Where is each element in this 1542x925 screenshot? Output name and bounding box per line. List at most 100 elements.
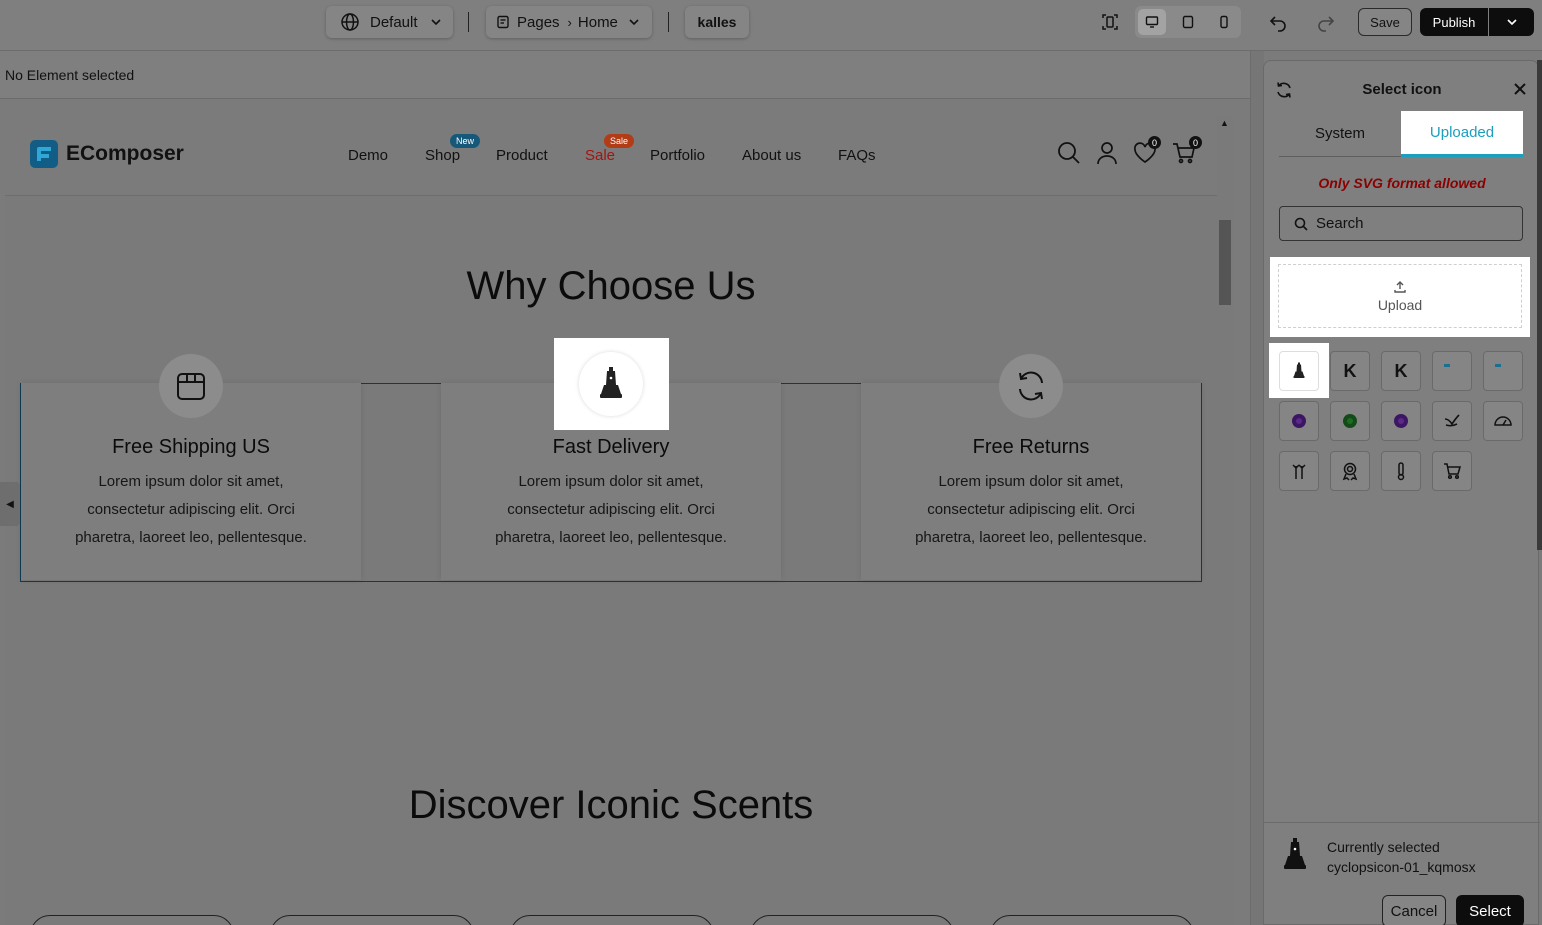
flag-mark-icon[interactable] (1432, 351, 1472, 391)
page-name: Home (577, 13, 618, 31)
tab-uploaded[interactable]: Uploaded (1401, 111, 1523, 157)
top-toolbar: Default Pages › Home kalles Save Publish (0, 0, 1542, 51)
package-icon[interactable] (159, 354, 223, 418)
ecomposer-logo-icon (30, 140, 58, 168)
scroll-up-arrow-icon[interactable]: ▲ (1220, 118, 1229, 128)
selection-label: No Element selected (5, 67, 135, 83)
cancel-button[interactable]: Cancel (1382, 895, 1446, 925)
current-icon-name: cyclopsicon-01_kqmosx (1327, 859, 1476, 875)
fullscreen-icon[interactable] (1096, 8, 1124, 36)
section-title-why-choose-us: Why Choose Us (466, 264, 756, 308)
nav-link-demo[interactable]: Demo (348, 147, 388, 164)
language-label: Default (370, 13, 418, 31)
upload-dropzone[interactable]: Upload (1270, 257, 1530, 337)
theme-name: kalles (697, 14, 737, 30)
canvas-scrollbar-thumb[interactable] (1219, 220, 1231, 305)
select-button[interactable]: Select (1456, 895, 1524, 925)
icon-search-input[interactable]: Search (1279, 206, 1523, 241)
toolbar-divider (668, 12, 669, 32)
selection-status: No Element selected (0, 51, 1250, 99)
pages-label: Pages (517, 13, 560, 31)
wishlist-count: 0 (1148, 136, 1161, 149)
plant-pot-icon[interactable] (1279, 451, 1319, 491)
nav-link-shop[interactable]: Shop (425, 147, 460, 164)
cyclops-pawn-icon (1283, 835, 1307, 880)
feature-title: Fast Delivery (552, 436, 670, 458)
publish-options-button[interactable] (1489, 8, 1534, 36)
new-badge: New (450, 134, 481, 148)
refresh-icon[interactable] (999, 354, 1063, 418)
feature-text: Lorem ipsum dolor sit amet, consectetur … (915, 473, 1147, 546)
ribbon-award-icon[interactable] (1330, 451, 1370, 491)
search-placeholder: Search (1316, 215, 1364, 232)
expand-left-panel-button[interactable]: ◀ (0, 482, 20, 526)
nav-link-sale[interactable]: Sale (585, 147, 615, 164)
device-switcher (1135, 6, 1241, 38)
shopping-cart-icon[interactable] (1432, 451, 1472, 491)
highlighted-icon-area (554, 338, 669, 430)
sale-badge: Sale (604, 134, 635, 148)
search-icon[interactable] (1056, 140, 1082, 166)
cyclops-pawn-icon[interactable] (1279, 351, 1319, 391)
category-pill[interactable] (990, 915, 1194, 925)
upload-icon (1393, 280, 1407, 294)
k-letter-icon[interactable]: K (1381, 351, 1421, 391)
panel-title: Select icon (1362, 81, 1442, 98)
section-title-iconic-scents: Discover Iconic Scents (408, 783, 814, 827)
chevron-down-icon (1506, 16, 1518, 28)
category-pill[interactable] (510, 915, 714, 925)
nav-link-product[interactable]: Product (496, 147, 548, 164)
purple-blob-icon[interactable] (1279, 401, 1319, 441)
category-pill[interactable] (750, 915, 954, 925)
desktop-view-button[interactable] (1138, 9, 1166, 35)
right-sidebar-strip (1250, 51, 1264, 925)
page-selector[interactable]: Pages › Home (486, 6, 652, 38)
save-button[interactable]: Save (1358, 8, 1412, 36)
panel-scrollbar[interactable] (1537, 60, 1542, 550)
category-pill[interactable] (270, 915, 474, 925)
chevron-left-icon: ◀ (6, 498, 14, 510)
current-selection-text: Currently selected cyclopsicon-01_kqmosx (1327, 837, 1476, 877)
tablet-view-button[interactable] (1174, 9, 1202, 35)
close-icon[interactable] (1513, 82, 1527, 101)
search-icon (1294, 217, 1308, 231)
feature-text: Lorem ipsum dolor sit amet, consectetur … (495, 473, 727, 546)
logo-text: EComposer (66, 142, 184, 165)
site-logo[interactable]: EComposer (30, 140, 184, 168)
upload-area[interactable]: Upload (1278, 264, 1522, 328)
feature-text: Lorem ipsum dolor sit amet, consectetur … (75, 473, 307, 546)
account-icon[interactable] (1094, 140, 1120, 166)
thermometer-icon[interactable] (1381, 451, 1421, 491)
redo-icon[interactable] (1312, 8, 1340, 36)
feature-title: Free Shipping US (112, 436, 270, 458)
hand-scribble-icon[interactable] (1432, 401, 1472, 441)
tab-system[interactable]: System (1279, 111, 1401, 157)
language-selector[interactable]: Default (326, 6, 453, 38)
undo-icon[interactable] (1264, 8, 1292, 36)
toolbar-divider (468, 12, 469, 32)
breadcrumb-arrow-icon: › (567, 14, 572, 30)
theme-logo[interactable]: kalles (685, 6, 749, 38)
mobile-view-button[interactable] (1210, 9, 1238, 35)
nav-link-faqs[interactable]: FAQs (838, 147, 876, 164)
cart-count: 0 (1189, 136, 1202, 149)
globe-icon (340, 12, 360, 32)
feature-title: Free Returns (972, 436, 1090, 458)
category-pill[interactable] (30, 915, 234, 925)
k-letter-icon[interactable]: K (1330, 351, 1370, 391)
cyclops-pawn-icon[interactable] (579, 352, 643, 416)
nav-link-portfolio[interactable]: Portfolio (650, 147, 705, 164)
purple-blob-icon[interactable] (1381, 401, 1421, 441)
page-canvas[interactable]: EComposer Demo Shop New Product Sale Sal… (5, 116, 1217, 925)
nav-link-about[interactable]: About us (742, 147, 801, 164)
dashboard-icon[interactable] (1483, 401, 1523, 441)
chevron-down-icon (430, 16, 442, 28)
current-selection-footer: Currently selected cyclopsicon-01_kqmosx… (1264, 822, 1540, 925)
current-selection-label: Currently selected (1327, 839, 1440, 855)
green-blob-icon[interactable] (1330, 401, 1370, 441)
site-header: EComposer Demo Shop New Product Sale Sal… (5, 116, 1217, 196)
page-icon (496, 15, 510, 29)
publish-button[interactable]: Publish (1420, 8, 1488, 36)
flag-mark-icon[interactable] (1483, 351, 1523, 391)
format-notice: Only SVG format allowed (1318, 175, 1486, 191)
